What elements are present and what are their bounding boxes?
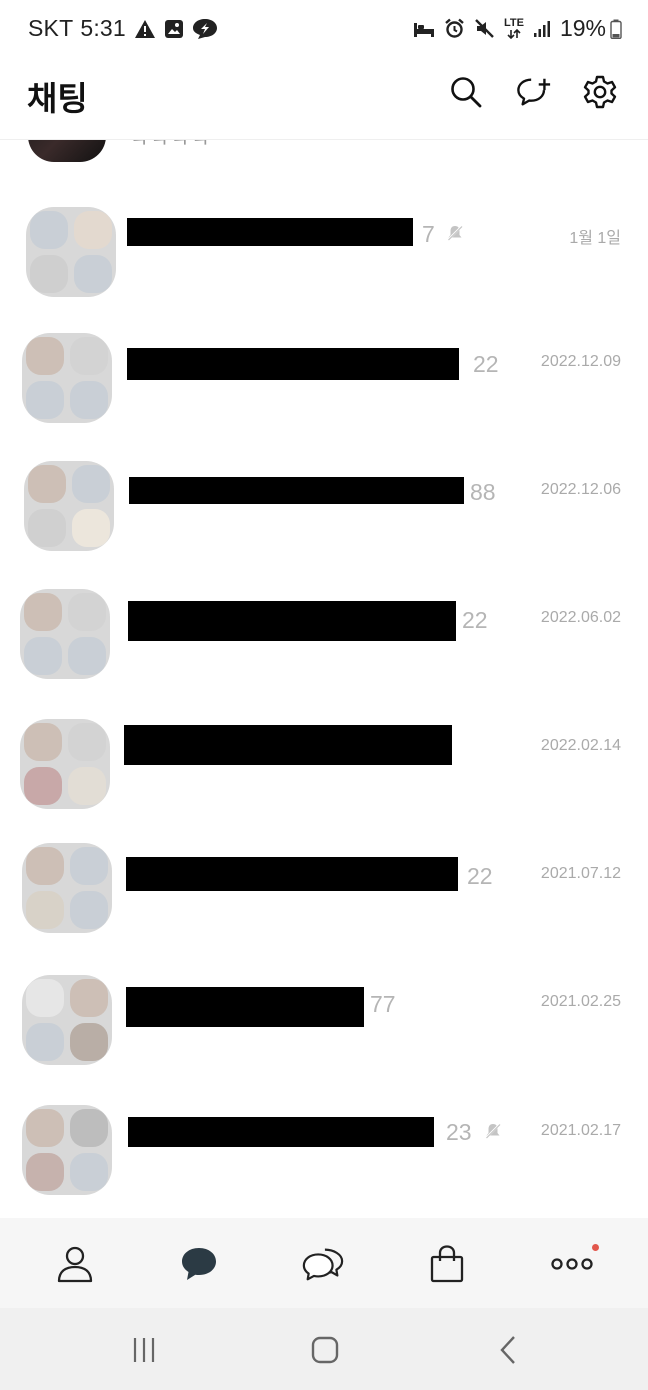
chat-date: 2021.02.17 [540,1122,621,1139]
new-chat-button[interactable] [516,74,552,110]
search-button[interactable] [448,74,484,110]
chat-name-redacted [124,725,452,765]
chat-date: 2022.12.09 [540,353,621,370]
chat-list[interactable]: ㅋㅋㅋㅋ 7 1월 1일 22 2022.12.09 88 2022.12.06… [0,0,648,1218]
tab-chats[interactable] [177,1242,221,1286]
notification-off-icon [484,1122,502,1140]
chat-name-redacted [126,987,364,1027]
member-count: 23 [446,1119,472,1145]
avatar[interactable] [22,843,112,933]
avatar[interactable] [20,719,110,809]
chat-row[interactable]: 22 2022.06.02 [0,559,648,679]
avatar[interactable] [26,207,116,297]
chat-date: 2022.02.14 [540,737,621,754]
new-badge-dot [592,1244,599,1251]
shopping-icon [430,1245,464,1283]
home-button[interactable] [307,1332,343,1368]
member-count: 7 [422,221,435,247]
chat-date: 2022.06.02 [540,609,621,626]
notification-off-icon [446,224,464,242]
chat-row[interactable]: 77 2021.02.25 [0,943,648,1065]
gear-icon [583,75,617,109]
avatar[interactable] [22,975,112,1065]
app-header: 채팅 [0,58,648,140]
member-count: 77 [370,991,396,1017]
avatar[interactable] [22,1105,112,1195]
chat-name-redacted [129,477,464,504]
recent-apps-button[interactable] [126,1332,162,1368]
chat-row[interactable]: 7 1월 1일 [0,175,648,297]
search-icon [451,77,482,108]
settings-button[interactable] [582,74,618,110]
back-icon [500,1336,515,1364]
member-count: 22 [467,863,493,889]
member-count: 22 [473,351,499,377]
friends-icon [57,1246,93,1283]
page-title: 채팅 [27,80,88,117]
avatar[interactable] [22,333,112,423]
tab-more[interactable] [550,1242,594,1286]
system-nav-bar [0,1308,648,1390]
chat-date: 2021.07.12 [540,865,621,882]
bottom-nav [0,1218,648,1308]
chat-date: 2022.12.06 [540,481,621,498]
new-chat-icon [517,78,551,106]
tab-openchat[interactable] [301,1242,345,1286]
chat-name-redacted [126,857,458,891]
chat-date: 2021.02.25 [540,993,621,1010]
chat-row[interactable]: 2022.02.14 [0,687,648,809]
chat-icon [182,1248,216,1280]
avatar[interactable] [24,461,114,551]
avatar[interactable] [20,589,110,679]
more-icon [551,1258,593,1270]
tab-friends[interactable] [53,1242,97,1286]
member-count: 22 [462,607,488,633]
member-count: 88 [470,479,496,505]
chat-name-redacted [128,1117,434,1147]
chat-name-redacted [127,218,413,246]
chat-row[interactable]: 88 2022.12.06 [0,431,648,551]
recent-apps-icon [133,1338,155,1362]
back-button[interactable] [490,1332,526,1368]
chat-row[interactable]: 22 2021.07.12 [0,815,648,935]
home-icon [311,1336,339,1364]
openchat-icon [302,1248,344,1281]
tab-shopping[interactable] [425,1242,469,1286]
chat-name-redacted [127,348,459,380]
chat-row[interactable]: 22 2022.12.09 [0,303,648,423]
chat-row[interactable]: 23 2021.02.17 [0,1071,648,1195]
chat-date: 1월 1일 [569,230,621,247]
chat-name-redacted [128,601,456,641]
